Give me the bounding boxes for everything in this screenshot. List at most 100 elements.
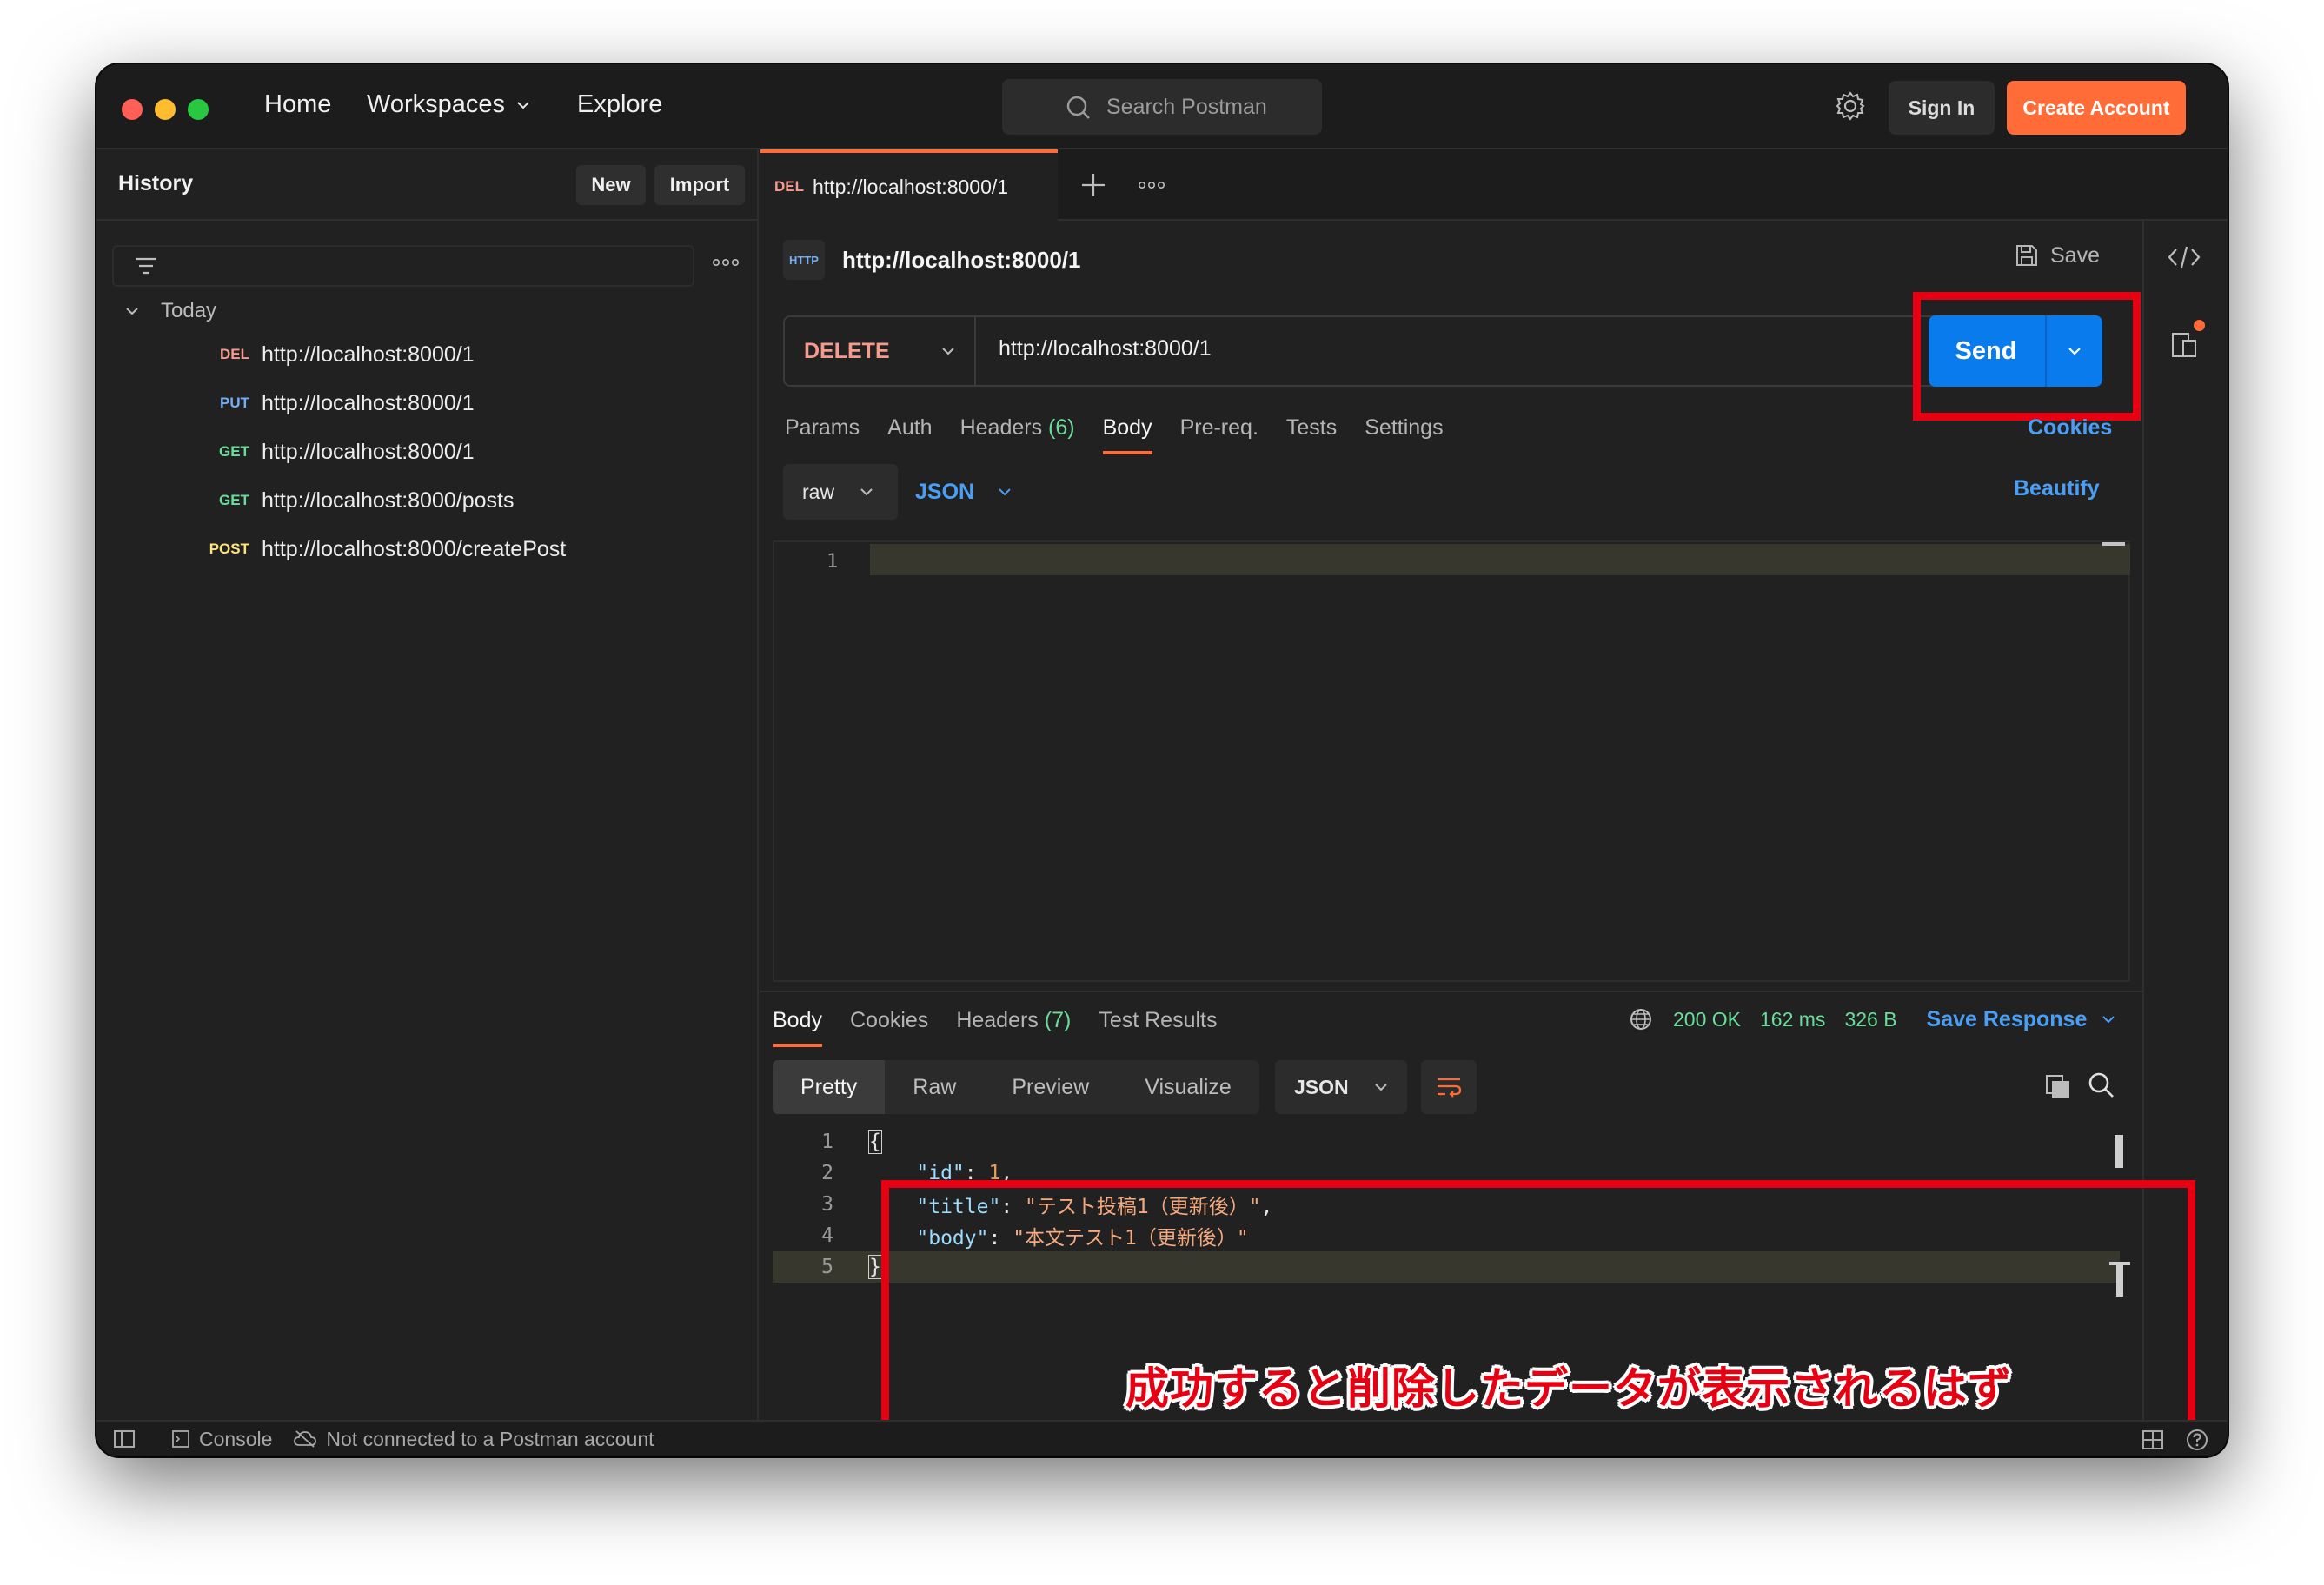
copy-icon[interactable] [2043, 1072, 2073, 1102]
response-tabs: Body Cookies Headers (7) Test Results [773, 1008, 1218, 1047]
tab-auth[interactable]: Auth [887, 415, 932, 441]
history-item[interactable]: PUT http://localhost:8000/1 [197, 386, 475, 421]
console-label: Console [199, 1427, 273, 1450]
code-text: } [868, 1255, 882, 1279]
response-status[interactable]: 200 OK [1673, 1008, 1741, 1031]
more-horizontal-icon [1138, 181, 1165, 189]
nav-workspaces[interactable]: Workspaces [367, 90, 533, 119]
response-size[interactable]: 326 B [1844, 1008, 1896, 1031]
history-item-url: http://localhost:8000/createPost [262, 536, 567, 561]
line-number: 1 [821, 1131, 833, 1153]
history-item[interactable]: POST http://localhost:8000/createPost [197, 532, 567, 567]
zoom-window-button[interactable] [188, 99, 209, 120]
tab-settings[interactable]: Settings [1365, 415, 1443, 441]
help-icon[interactable] [2186, 1429, 2208, 1451]
chevron-down-icon [1374, 1084, 1387, 1091]
sidebar-more-button[interactable] [708, 245, 743, 280]
tab-prereq[interactable]: Pre-req. [1180, 415, 1258, 441]
request-body-editor[interactable]: 1 [773, 540, 2130, 982]
method-select[interactable]: DELETE [785, 317, 976, 385]
search-icon[interactable] [2087, 1071, 2116, 1100]
response-tab-headers-count: (7) [1044, 1008, 1072, 1032]
nav-explore[interactable]: Explore [577, 90, 662, 119]
documentation-icon[interactable] [2170, 330, 2201, 361]
console-icon [172, 1430, 189, 1448]
view-raw[interactable]: Raw [885, 1060, 984, 1114]
nav-explore-label: Explore [577, 90, 663, 118]
save-button[interactable]: Save [2014, 242, 2100, 269]
globe-icon[interactable] [1628, 1006, 1654, 1032]
response-tab-test-results[interactable]: Test Results [1099, 1008, 1217, 1033]
sign-in-button[interactable]: Sign In [1889, 81, 1995, 135]
line-number: 2 [821, 1162, 833, 1184]
tab-headers-count: (6) [1048, 415, 1075, 440]
connection-status[interactable]: Not connected to a Postman account [293, 1428, 654, 1451]
sidebar-toggle-icon[interactable] [112, 1429, 136, 1449]
url-input[interactable] [999, 336, 1902, 361]
nav-home-label: Home [264, 90, 332, 118]
tab-body[interactable]: Body [1102, 415, 1152, 454]
editor-scrollbar[interactable] [2102, 542, 2125, 546]
tab-url: http://localhost:8000/1 [813, 175, 1009, 198]
tab-tests[interactable]: Tests [1286, 415, 1337, 441]
body-mode-select[interactable]: raw [783, 464, 898, 520]
search-icon [1066, 96, 1090, 119]
body-options: raw JSON [783, 464, 1014, 520]
view-pretty[interactable]: Pretty [773, 1060, 886, 1114]
method-badge: PUT [220, 395, 249, 411]
view-visualize[interactable]: Visualize [1117, 1060, 1259, 1114]
history-item[interactable]: DEL http://localhost:8000/1 [197, 337, 475, 372]
cookies-link[interactable]: Cookies [2028, 415, 2112, 441]
history-group-today[interactable]: Today [123, 299, 216, 323]
response-tab-body[interactable]: Body [773, 1008, 822, 1047]
cloud-off-icon [294, 1430, 317, 1448]
nav-workspaces-label: Workspaces [367, 90, 506, 118]
search-bar[interactable]: Search Postman [1002, 79, 1322, 135]
json-brace: { [868, 1130, 882, 1154]
chevron-down-icon [517, 101, 529, 109]
json-brace: } [868, 1255, 882, 1279]
line-number: 1 [827, 551, 839, 573]
send-highlight-box [1913, 292, 2141, 421]
response-tab-headers[interactable]: Headers (7) [956, 1008, 1071, 1033]
new-button[interactable]: New [576, 165, 646, 205]
gear-icon[interactable] [1835, 90, 1866, 122]
request-title[interactable]: http://localhost:8000/1 [842, 247, 1081, 274]
save-response-button[interactable]: Save Response [1927, 1007, 2119, 1032]
beautify-link[interactable]: Beautify [2014, 476, 2100, 501]
notification-dot [2194, 320, 2205, 331]
import-button[interactable]: Import [654, 165, 745, 205]
tab-params[interactable]: Params [785, 415, 860, 441]
response-scrollbar[interactable] [2115, 1135, 2123, 1168]
history-filter-input[interactable] [112, 245, 694, 287]
create-account-button[interactable]: Create Account [2007, 81, 2186, 135]
history-item[interactable]: GET http://localhost:8000/posts [197, 483, 514, 518]
tab-headers[interactable]: Headers (6) [960, 415, 1075, 441]
sidebar-header: History New Import [96, 149, 757, 221]
close-window-button[interactable] [122, 99, 143, 120]
code-icon[interactable] [2167, 243, 2201, 271]
postman-window: Home Workspaces Explore Search Postman S… [96, 64, 2228, 1456]
console-button[interactable]: Console [171, 1428, 272, 1451]
response-time[interactable]: 162 ms [1760, 1008, 1825, 1031]
wrap-lines-button[interactable] [1421, 1060, 1477, 1114]
request-tab-active[interactable]: DEL http://localhost:8000/1 [760, 149, 1058, 221]
history-item[interactable]: GET http://localhost:8000/1 [197, 434, 475, 469]
layout-icon[interactable] [2141, 1429, 2165, 1451]
chevron-down-icon [860, 488, 873, 496]
line-number: 3 [821, 1193, 833, 1216]
view-preview[interactable]: Preview [984, 1060, 1117, 1114]
tab-headers-label: Headers [959, 415, 1043, 440]
method-select-value: DELETE [804, 338, 890, 363]
pane-divider[interactable] [760, 991, 2142, 992]
current-line-highlight [870, 544, 2130, 575]
request-title-row: HTTP http://localhost:8000/1 [783, 238, 1081, 282]
save-icon [2016, 245, 2037, 266]
body-language-select[interactable]: JSON [915, 480, 1014, 505]
minimize-window-button[interactable] [155, 99, 176, 120]
nav-home[interactable]: Home [264, 90, 331, 119]
tab-more-button[interactable] [1134, 170, 1169, 200]
plus-icon[interactable] [1079, 170, 1108, 200]
response-tab-cookies[interactable]: Cookies [850, 1008, 928, 1033]
response-language-select[interactable]: JSON [1275, 1060, 1407, 1114]
